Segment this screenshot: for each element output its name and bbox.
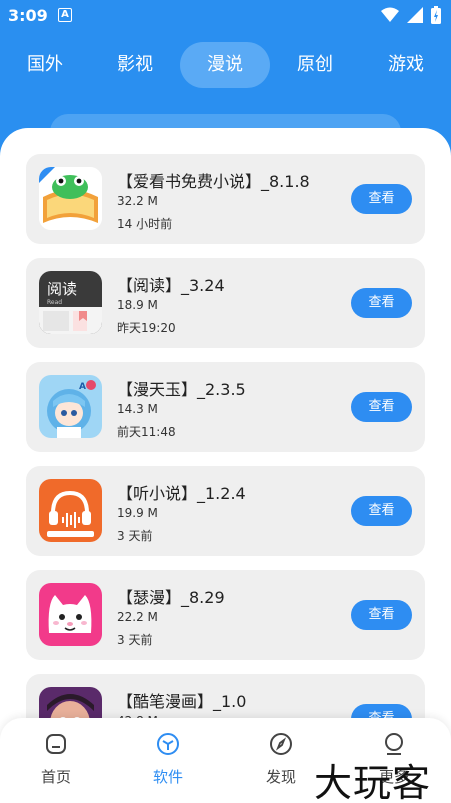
app-size: 14.3 M — [117, 402, 158, 416]
view-button[interactable]: 查看 — [351, 496, 412, 526]
app-update-time: 3 天前 — [117, 633, 153, 647]
app-name: 【瑟漫】_8.29 — [117, 588, 225, 607]
app-size: 19.9 M — [117, 506, 158, 520]
view-button[interactable]: 查看 — [351, 600, 412, 630]
anime-girl-icon: A — [39, 375, 102, 438]
app-card[interactable]: 【听小说】_1.2.4 19.9 M 3 天前 查看 — [26, 466, 425, 556]
nav-software[interactable]: 软件 — [128, 732, 208, 787]
tab-games[interactable]: 游戏 — [361, 42, 451, 88]
app-name: 【爱看书免费小说】_8.1.8 — [117, 172, 310, 191]
app-name: 【听小说】_1.2.4 — [117, 484, 246, 503]
app-update-time: 前天11:48 — [117, 425, 176, 439]
app-size: 32.2 M — [117, 194, 158, 208]
white-cat-icon — [39, 583, 102, 646]
tab-comic[interactable]: 漫说 — [180, 42, 270, 88]
headphones-book-icon — [39, 479, 102, 542]
signal-icon — [407, 7, 423, 23]
app-card[interactable]: 【爱看书免费小说】_8.1.8 32.2 M 14 小时前 查看 — [26, 154, 425, 244]
wifi-icon — [381, 7, 399, 22]
status-icons — [381, 6, 441, 24]
notification-icon: A — [58, 8, 72, 22]
nav-label: 首页 — [40, 768, 71, 786]
watermark-logo: 大玩客 — [314, 761, 432, 803]
app-name: 【阅读】_3.24 — [117, 276, 225, 295]
software-cube-icon — [157, 733, 179, 755]
app-update-time: 14 小时前 — [117, 217, 173, 231]
svg-text:阅读: 阅读 — [47, 280, 77, 298]
app-name: 【漫天玉】_2.3.5 — [117, 380, 246, 399]
view-button[interactable]: 查看 — [351, 184, 412, 214]
category-tabs: 国外 影视 漫说 原创 游戏 — [0, 42, 451, 90]
nav-label: 发现 — [265, 768, 296, 786]
tab-film[interactable]: 影视 — [90, 42, 180, 88]
yuedu-book-icon: 阅读 Read — [39, 271, 102, 334]
app-size: 18.9 M — [117, 298, 158, 312]
compass-icon — [270, 733, 292, 755]
view-button[interactable]: 查看 — [351, 288, 412, 318]
app-name: 【酷笔漫画】_1.0 — [117, 692, 247, 711]
battery-icon — [431, 6, 441, 24]
app-update-time: 昨天19:20 — [117, 321, 176, 335]
app-update-time: 3 天前 — [117, 529, 153, 543]
app-size: 22.2 M — [117, 610, 158, 624]
nav-discover[interactable]: 发现 — [241, 732, 321, 787]
status-time: 3:09 — [8, 6, 48, 25]
view-button[interactable]: 查看 — [351, 392, 412, 422]
app-card[interactable]: 【瑟漫】_8.29 22.2 M 3 天前 查看 — [26, 570, 425, 660]
nav-home[interactable]: 首页 — [16, 732, 96, 787]
frog-reading-book-icon — [39, 167, 102, 230]
app-card[interactable]: 阅读 Read 【阅读】_3.24 18.9 M 昨天19:20 查看 — [26, 258, 425, 348]
svg-text:A: A — [79, 382, 86, 392]
tab-original[interactable]: 原创 — [270, 42, 360, 88]
svg-text:Read: Read — [47, 299, 62, 306]
nav-label: 软件 — [152, 768, 183, 786]
status-bar: 3:09 A — [0, 0, 451, 32]
app-card[interactable]: A 【漫天玉】_2.3.5 14.3 M 前天11:48 查看 — [26, 362, 425, 452]
home-icon — [46, 734, 66, 754]
tab-foreign[interactable]: 国外 — [0, 42, 90, 88]
app-list-sheet: 【爱看书免费小说】_8.1.8 32.2 M 14 小时前 查看 阅读 Read… — [0, 128, 451, 803]
